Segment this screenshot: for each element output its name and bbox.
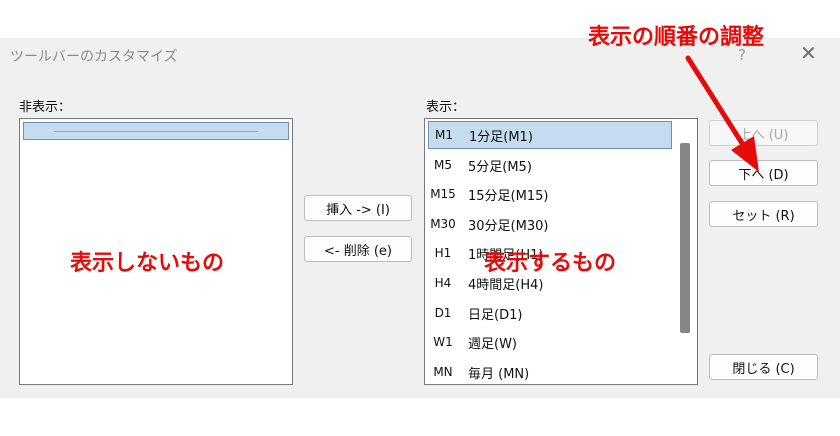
annotation-arrow-icon xyxy=(685,55,759,172)
